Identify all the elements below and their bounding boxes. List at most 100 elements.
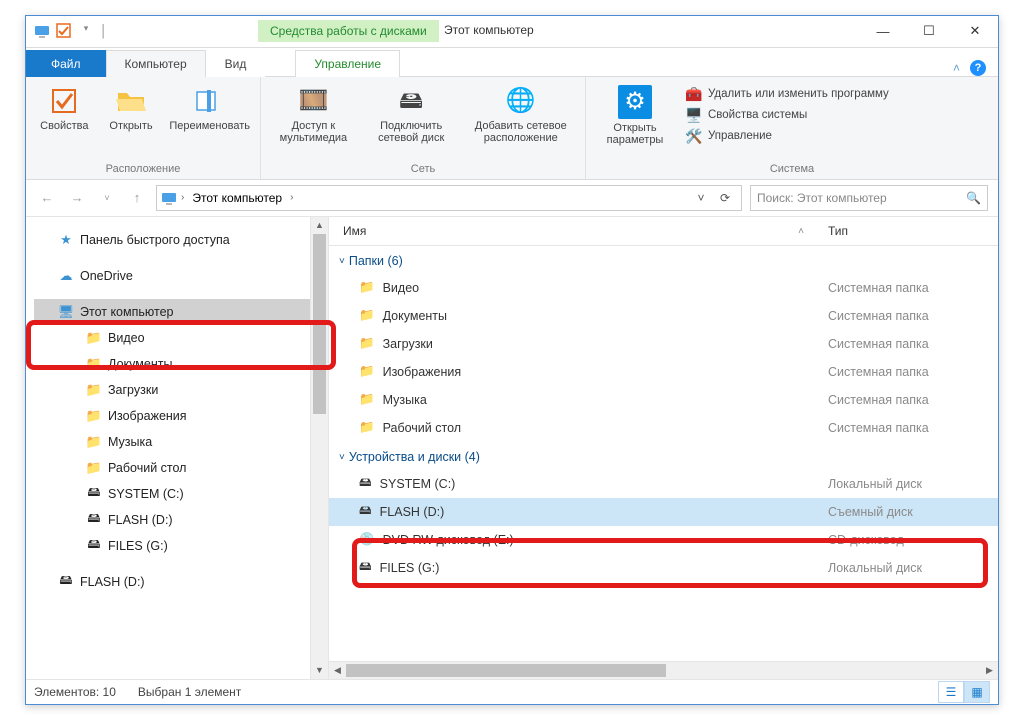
- breadcrumb-thispc[interactable]: Этот компьютер: [188, 189, 286, 207]
- qat-checkbox-icon[interactable]: [56, 23, 72, 39]
- tab-file[interactable]: Файл: [26, 50, 106, 77]
- group-drives[interactable]: ˅Устройства и диски (4): [329, 442, 998, 470]
- help-icon[interactable]: ?: [970, 60, 986, 76]
- item-videos[interactable]: 📁ВидеоСистемная папка: [329, 274, 998, 302]
- tab-view[interactable]: Вид: [206, 50, 266, 77]
- qat-dropdown-icon[interactable]: ▾: [78, 23, 94, 39]
- pc-icon: 🖥: [58, 304, 74, 320]
- search-input[interactable]: Поиск: Этот компьютер 🔍: [750, 185, 988, 211]
- item-documents[interactable]: 📁ДокументыСистемная папка: [329, 302, 998, 330]
- tree-videos[interactable]: 📁Видео: [34, 325, 310, 351]
- minimize-button[interactable]: —: [860, 16, 906, 47]
- drive-icon: 🖴: [359, 557, 372, 578]
- scroll-down-icon[interactable]: ▼: [311, 662, 328, 679]
- navigation-pane: ★Панель быстрого доступа ☁OneDrive 🖥Этот…: [26, 217, 329, 679]
- thispc-icon: [161, 190, 177, 206]
- star-icon: ★: [58, 232, 74, 248]
- recent-dropdown[interactable]: ˅: [96, 187, 118, 209]
- tree-thispc[interactable]: 🖥Этот компьютер: [34, 299, 310, 325]
- folder-icon: 📁: [359, 336, 375, 351]
- collapse-ribbon-icon[interactable]: ˄: [953, 61, 960, 75]
- usb-drive-icon: 🖴: [58, 574, 74, 590]
- ribbon-group-location: Расположение: [34, 162, 252, 177]
- map-drive-button[interactable]: 🖴 Подключить сетевой диск: [364, 83, 459, 147]
- cloud-icon: ☁: [58, 268, 74, 284]
- tree-quick-access[interactable]: ★Панель быстрого доступа: [34, 227, 310, 253]
- tree-documents[interactable]: 📁Документы: [34, 351, 310, 377]
- folder-icon: 📁: [86, 460, 102, 476]
- item-pictures[interactable]: 📁ИзображенияСистемная папка: [329, 358, 998, 386]
- view-icons-button[interactable]: ▦: [964, 681, 990, 703]
- add-network-button[interactable]: 🌐 Добавить сетевое расположение: [465, 83, 577, 147]
- optical-drive-icon: 💿: [359, 532, 375, 547]
- view-details-button[interactable]: ☰: [938, 681, 964, 703]
- manage-button[interactable]: 🛠️Управление: [682, 127, 893, 147]
- scroll-right-icon[interactable]: ▶: [981, 662, 998, 679]
- item-files-g[interactable]: 🖴FILES (G:)Локальный диск: [329, 554, 998, 582]
- status-bar: Элементов: 10 Выбран 1 элемент ☰ ▦: [26, 679, 998, 704]
- context-tab-header: Средства работы с дисками: [258, 20, 439, 42]
- drive-icon: 🖴: [359, 473, 372, 494]
- maximize-button[interactable]: ☐: [906, 16, 952, 47]
- tree-desktop[interactable]: 📁Рабочий стол: [34, 455, 310, 481]
- folder-icon: 📁: [86, 330, 102, 346]
- column-type[interactable]: Тип: [824, 224, 998, 238]
- group-folders[interactable]: ˅Папки (6): [329, 246, 998, 274]
- tree-files-g[interactable]: 🖴FILES (G:): [34, 533, 310, 559]
- folder-icon: 📁: [359, 308, 375, 323]
- forward-button[interactable]: →: [66, 187, 88, 209]
- tree-music[interactable]: 📁Музыка: [34, 429, 310, 455]
- ribbon-tabs: Файл Компьютер Вид Управление ˄ ?: [26, 48, 998, 76]
- chevron-down-icon: ˅: [339, 452, 345, 463]
- tree-onedrive[interactable]: ☁OneDrive: [34, 263, 310, 289]
- rename-button[interactable]: Переименовать: [167, 83, 252, 135]
- chevron-down-icon: ˅: [339, 256, 345, 267]
- folder-icon: 📁: [86, 356, 102, 372]
- tree-flash-d-root[interactable]: 🖴FLASH (D:): [34, 569, 310, 595]
- tree-flash-d[interactable]: 🖴FLASH (D:): [34, 507, 310, 533]
- content-hscroll[interactable]: ◀ ▶: [329, 661, 998, 679]
- address-dropdown[interactable]: ˅: [689, 187, 713, 209]
- usb-drive-icon: 🖴: [359, 501, 372, 522]
- scroll-left-icon[interactable]: ◀: [329, 662, 346, 679]
- column-name[interactable]: Имя: [329, 224, 824, 238]
- tree-system-c[interactable]: 🖴SYSTEM (C:): [34, 481, 310, 507]
- tab-drive-manage[interactable]: Управление: [295, 50, 400, 77]
- media-access-button[interactable]: 🎞️ Доступ к мультимедиа: [269, 83, 358, 147]
- open-button[interactable]: Открыть: [101, 83, 162, 135]
- tree-scrollbar[interactable]: ▲ ▼: [310, 217, 328, 679]
- properties-button[interactable]: Свойства: [34, 83, 95, 135]
- thispc-icon: [34, 23, 50, 39]
- drive-icon: 🖴: [86, 486, 102, 502]
- folder-icon: 📁: [359, 420, 375, 435]
- drive-icon: 🖴: [86, 538, 102, 554]
- tree-pictures[interactable]: 📁Изображения: [34, 403, 310, 429]
- item-system-c[interactable]: 🖴SYSTEM (C:)Локальный диск: [329, 470, 998, 498]
- scroll-thumb[interactable]: [313, 234, 326, 414]
- folder-icon: 📁: [86, 408, 102, 424]
- item-desktop[interactable]: 📁Рабочий столСистемная папка: [329, 414, 998, 442]
- item-music[interactable]: 📁МузыкаСистемная папка: [329, 386, 998, 414]
- back-button[interactable]: ←: [36, 187, 58, 209]
- ribbon-group-network: Сеть: [269, 162, 577, 177]
- folder-icon: 📁: [359, 364, 375, 379]
- content-pane: Имя Тип ˅Папки (6) 📁ВидеоСистемная папка…: [329, 217, 998, 679]
- scroll-up-icon[interactable]: ▲: [311, 217, 328, 234]
- uninstall-button[interactable]: 🧰Удалить или изменить программу: [682, 85, 893, 105]
- folder-icon: 📁: [359, 392, 375, 407]
- refresh-button[interactable]: ⟳: [713, 187, 737, 209]
- open-settings-button[interactable]: ⚙ Открыть параметры: [594, 83, 676, 149]
- system-props-button[interactable]: 🖥️Свойства системы: [682, 106, 893, 126]
- tab-computer[interactable]: Компьютер: [106, 50, 206, 77]
- item-downloads[interactable]: 📁ЗагрузкиСистемная папка: [329, 330, 998, 358]
- up-button[interactable]: ↑: [126, 187, 148, 209]
- close-button[interactable]: ✕: [952, 16, 998, 47]
- item-flash-d[interactable]: 🖴FLASH (D:)Съемный диск: [329, 498, 998, 526]
- address-bar[interactable]: › Этот компьютер › ˅ ⟳: [156, 185, 742, 211]
- tree-downloads[interactable]: 📁Загрузки: [34, 377, 310, 403]
- title-bar: ▾ │ Этот компьютер — ☐ ✕ Средства работы…: [26, 16, 998, 48]
- folder-icon: 📁: [86, 382, 102, 398]
- ribbon: Свойства Открыть Переименовать Расположе…: [26, 76, 998, 180]
- item-dvd-e[interactable]: 💿DVD RW дисковод (E:)CD-дисковод: [329, 526, 998, 554]
- hscroll-thumb[interactable]: [346, 664, 666, 677]
